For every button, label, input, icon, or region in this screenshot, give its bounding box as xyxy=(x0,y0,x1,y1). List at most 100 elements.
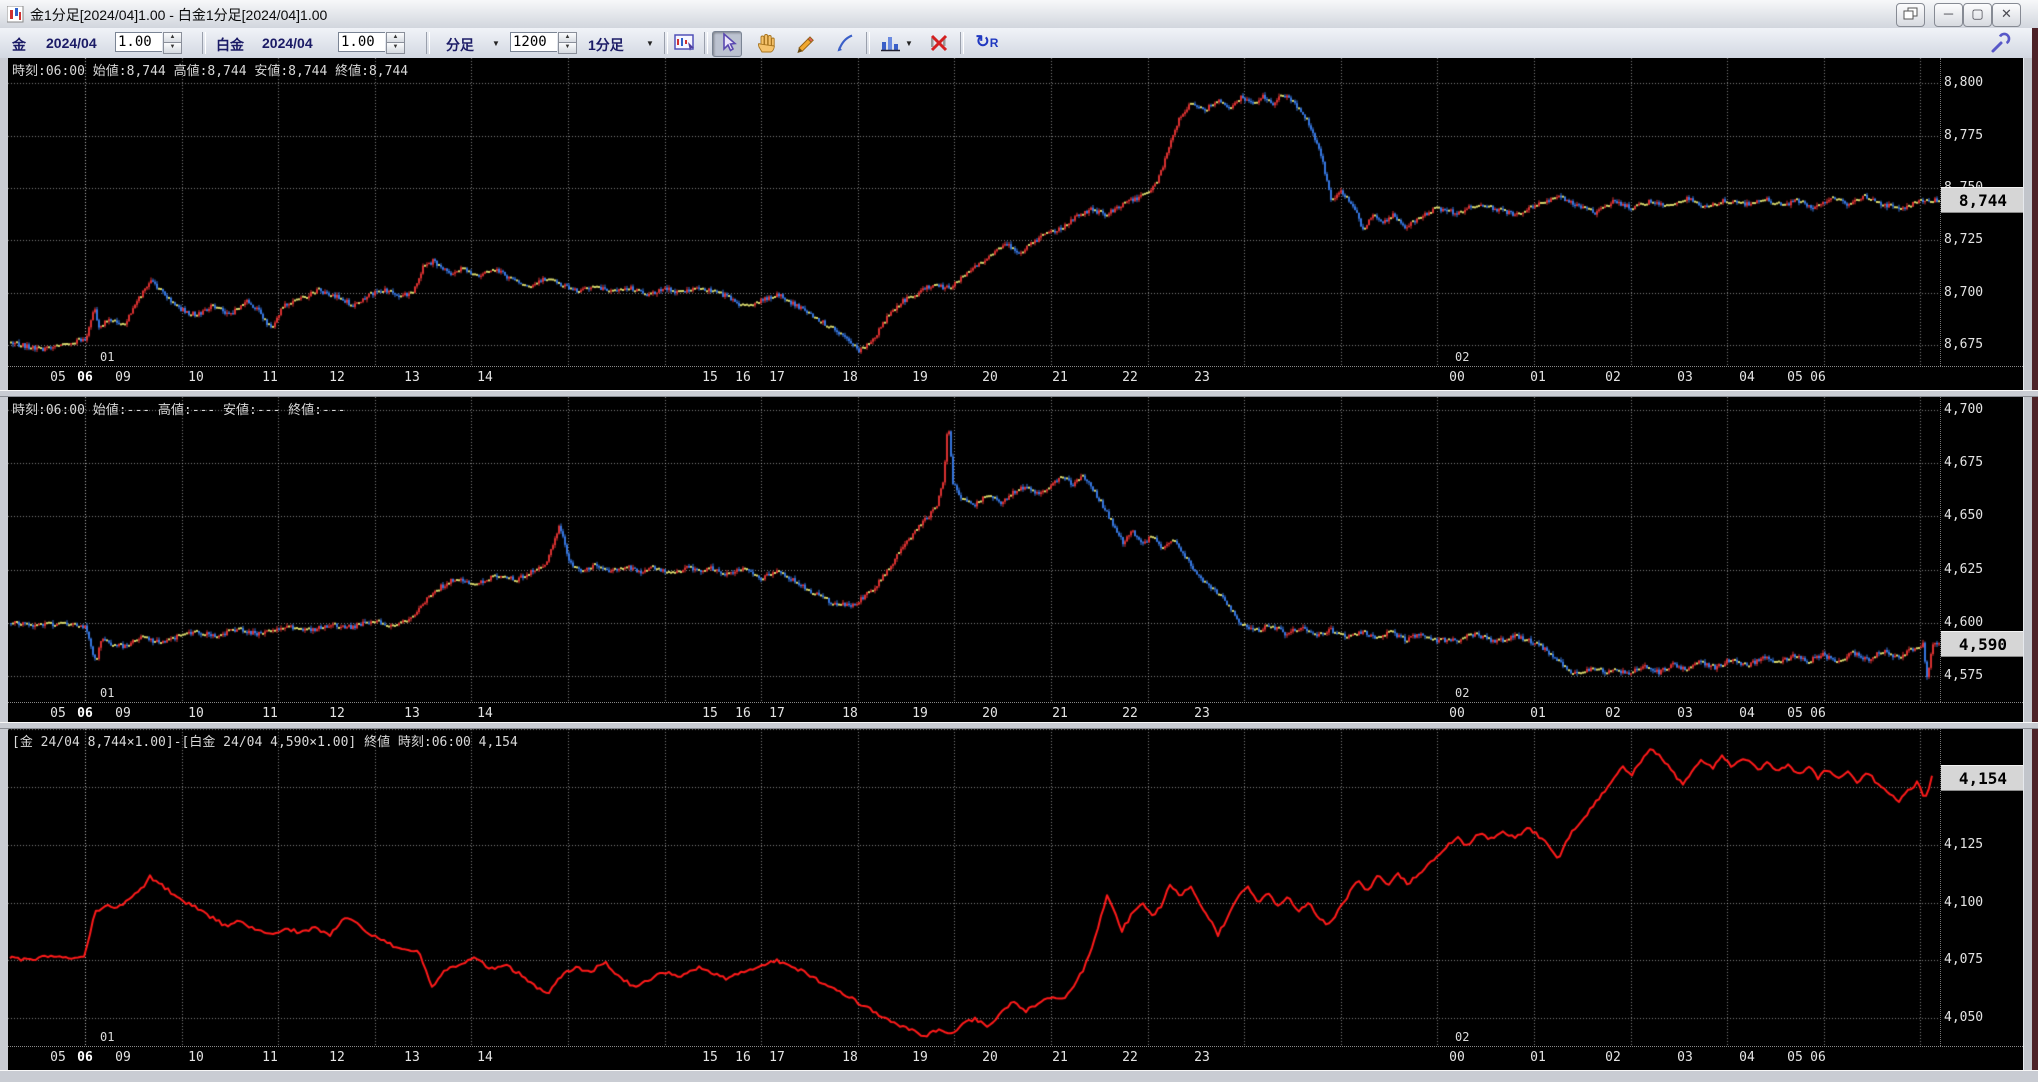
platinum-time-axis: 05 06 09 10 11 12 13 14 15 16 17 18 19 20 21 22 23 00 01 02… xyxy=(8,702,2023,723)
spread-chart-panel: [金 24/04 8,744×1.00]-[白金 24/04 4,590×1.0… xyxy=(8,729,2023,1046)
gold-chart-panel: 時刻:06:00 始値:8,744 高値:8,744 安値:8,744 終値:8… xyxy=(8,58,2023,366)
toolbar: 金 2024/04 ▲ ▼ 白金 2024/04 ▲ ▼ 分足 ▼ ▲ ▼ 1分… xyxy=(0,28,2038,59)
date-marker: 02 xyxy=(1455,1030,1470,1044)
time-tick-label: 11 xyxy=(262,706,278,721)
price-tick-label: 4,575 xyxy=(1944,668,1984,684)
time-tick-label: 13 xyxy=(404,370,420,385)
spread-chart-canvas[interactable] xyxy=(8,729,1940,1046)
price-tick-label: 4,050 xyxy=(1944,1010,1984,1026)
spin-down-button[interactable]: ▼ xyxy=(163,42,182,54)
time-tick-label: 06 xyxy=(77,1050,93,1065)
price-tick-label: 8,700 xyxy=(1944,284,1984,300)
date-marker: 02 xyxy=(1455,686,1470,700)
panel-splitter[interactable] xyxy=(0,390,2038,397)
platinum-label: 白金 xyxy=(216,37,244,53)
platinum-month-label: 2024/04 xyxy=(262,35,313,51)
platinum-current-price: 4,590 xyxy=(1941,631,2023,658)
bar-count-input[interactable] xyxy=(510,32,557,52)
platinum-info-line: 時刻:06:00 始値:--- 高値:--- 安値:--- 終値:--- xyxy=(12,403,346,418)
time-tick-label: 19 xyxy=(912,370,928,385)
time-tick-label: 09 xyxy=(115,1050,131,1065)
toolbar-separator xyxy=(704,32,708,54)
time-tick-label: 22 xyxy=(1122,706,1138,721)
time-tick-label: 13 xyxy=(404,706,420,721)
time-tick-label: 05 xyxy=(50,1050,66,1065)
gold-label: 金 xyxy=(12,37,26,53)
minimize-button[interactable]: ─ xyxy=(1934,3,1963,27)
panel-splitter[interactable] xyxy=(0,722,2038,729)
time-tick-label: 04 xyxy=(1739,1050,1755,1065)
time-tick-label: 23 xyxy=(1194,370,1210,385)
time-tick-label: 14 xyxy=(477,370,493,385)
time-tick-label: 19 xyxy=(912,706,928,721)
pen-tool-icon[interactable] xyxy=(829,31,859,57)
time-tick-label: 01 xyxy=(1530,1050,1546,1065)
app-window: 金1分足[2024/04]1.00 - 白金1分足[2024/04]1.00 ─… xyxy=(0,0,2038,1082)
spin-down-button[interactable]: ▼ xyxy=(386,42,405,54)
time-tick-label: 03 xyxy=(1677,1050,1693,1065)
chevron-down-icon[interactable]: ▼ xyxy=(905,39,913,48)
close-button[interactable]: ✕ xyxy=(1992,3,2021,27)
refresh-icon[interactable]: ↻R xyxy=(972,31,1002,57)
time-tick-label: 05 xyxy=(1787,706,1803,721)
gold-multiplier-input[interactable] xyxy=(115,32,162,52)
background-window-edge xyxy=(2032,28,2038,1082)
spin-down-button[interactable]: ▼ xyxy=(558,42,577,54)
time-tick-label: 02 xyxy=(1605,370,1621,385)
chevron-down-icon[interactable]: ▼ xyxy=(646,39,654,48)
chart-mode-icon[interactable] xyxy=(670,31,700,57)
indicator-chart-icon[interactable] xyxy=(876,31,906,57)
time-tick-label: 00 xyxy=(1449,1050,1465,1065)
bar-type-dropdown[interactable]: 分足 xyxy=(446,35,474,55)
interval-dropdown[interactable]: 1分足 xyxy=(588,35,624,55)
time-tick-label: 17 xyxy=(769,706,785,721)
price-tick-label: 4,700 xyxy=(1944,401,1984,417)
price-tick-label: 4,125 xyxy=(1944,836,1984,852)
date-marker: 01 xyxy=(100,1030,115,1044)
maximize-button[interactable]: ▢ xyxy=(1963,3,1992,27)
price-tick-label: 4,675 xyxy=(1944,455,1984,471)
price-tick-label: 8,675 xyxy=(1944,337,1984,353)
time-tick-label: 06 xyxy=(1810,1050,1826,1065)
time-tick-label: 18 xyxy=(842,370,858,385)
time-tick-label: 01 xyxy=(1530,370,1546,385)
price-tick-label: 8,800 xyxy=(1944,75,1984,91)
price-tick-label: 4,625 xyxy=(1944,561,1984,577)
price-tick-label: 8,725 xyxy=(1944,232,1984,248)
date-marker: 01 xyxy=(100,686,115,700)
time-tick-label: 11 xyxy=(262,370,278,385)
time-tick-label: 09 xyxy=(115,370,131,385)
time-tick-label: 12 xyxy=(329,706,345,721)
time-tick-label: 00 xyxy=(1449,370,1465,385)
cursor-tool-icon[interactable] xyxy=(712,31,742,57)
time-tick-label: 03 xyxy=(1677,706,1693,721)
window-title: 金1分足[2024/04]1.00 - 白金1分足[2024/04]1.00 xyxy=(30,7,328,23)
time-tick-label: 15 xyxy=(702,706,718,721)
hand-tool-icon[interactable] xyxy=(752,31,782,57)
time-tick-label: 04 xyxy=(1739,370,1755,385)
time-tick-label: 16 xyxy=(735,370,751,385)
delete-drawing-icon[interactable] xyxy=(924,31,954,57)
time-tick-label: 10 xyxy=(188,1050,204,1065)
time-tick-label: 00 xyxy=(1449,706,1465,721)
title-bar[interactable]: 金1分足[2024/04]1.00 - 白金1分足[2024/04]1.00 ─… xyxy=(0,0,2038,29)
time-tick-label: 14 xyxy=(477,1050,493,1065)
time-tick-label: 15 xyxy=(702,370,718,385)
pencil-tool-icon[interactable] xyxy=(790,31,820,57)
time-tick-label: 22 xyxy=(1122,370,1138,385)
platinum-chart-canvas[interactable] xyxy=(8,397,1940,702)
gold-info-line: 時刻:06:00 始値:8,744 高値:8,744 安値:8,744 終値:8… xyxy=(12,64,409,79)
settings-wrench-icon[interactable] xyxy=(1986,31,2016,57)
platinum-multiplier-input[interactable] xyxy=(338,32,385,52)
cascade-window-button[interactable] xyxy=(1896,3,1925,27)
time-tick-label: 06 xyxy=(1810,706,1826,721)
candlestick-app-icon xyxy=(7,6,24,23)
time-tick-label: 05 xyxy=(50,370,66,385)
chevron-down-icon[interactable]: ▼ xyxy=(492,39,500,48)
price-tick-label: 4,600 xyxy=(1944,615,1984,631)
time-tick-label: 21 xyxy=(1052,1050,1068,1065)
time-tick-label: 09 xyxy=(115,706,131,721)
spread-time-axis: 05 06 09 10 11 12 13 14 15 16 17 18 19 20 21 22 23 00 01 02… xyxy=(8,1046,2023,1071)
price-tick-label: 4,100 xyxy=(1944,894,1984,910)
gold-chart-canvas[interactable] xyxy=(8,58,1940,366)
